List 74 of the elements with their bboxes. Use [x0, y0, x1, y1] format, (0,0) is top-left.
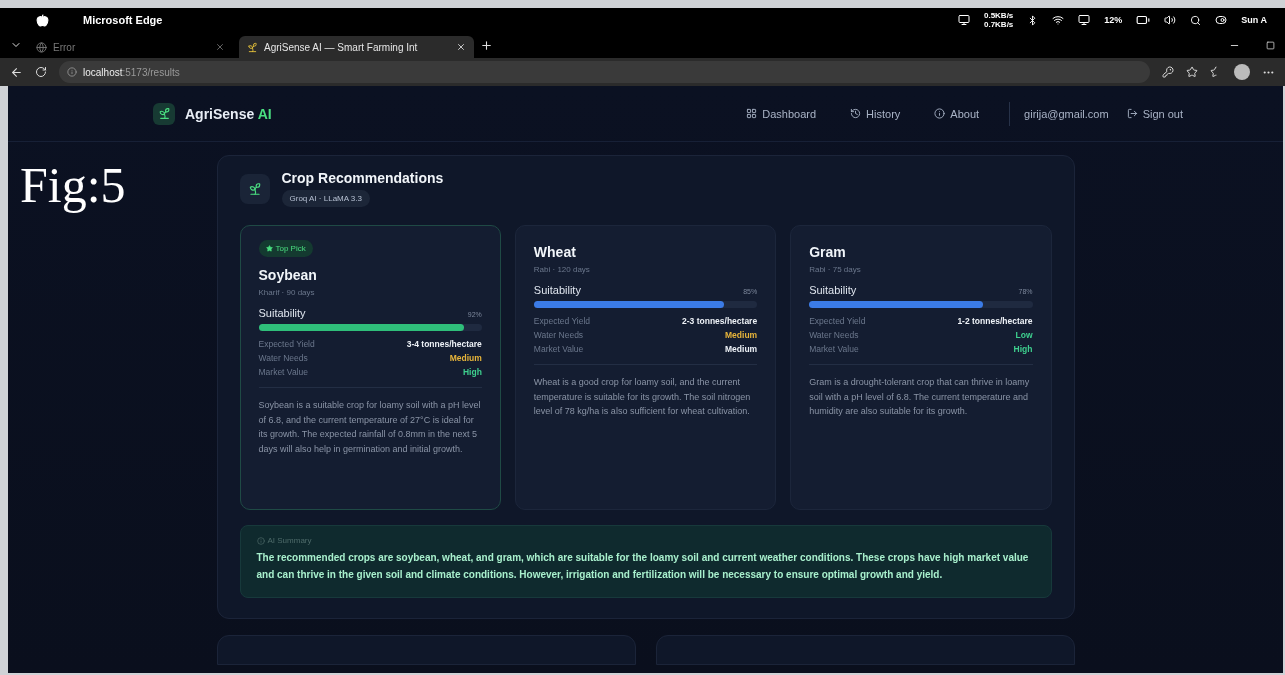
browser-tab[interactable]: AgriSense AI — Smart Farming Int [239, 36, 474, 58]
brand-name[interactable]: AgriSense AI [185, 105, 713, 122]
close-icon[interactable] [456, 42, 466, 52]
stat-value: 2-3 tonnes/hectare [682, 316, 758, 326]
maximize-icon[interactable] [1266, 40, 1275, 50]
globe-icon [36, 41, 47, 53]
crop-description: Gram is a drought-tolerant crop that can thrive in loamy soil with a pH level of 6.8. The current temperature and humidity are also suitable for its growth. [809, 376, 1031, 418]
nav-link[interactable]: Dashboard [746, 107, 817, 120]
stat-label: Market Value [258, 367, 308, 377]
sprout-icon [247, 41, 258, 53]
back-icon[interactable] [10, 65, 23, 79]
stat-label: Water Needs [258, 353, 308, 363]
history-icon [850, 108, 862, 119]
stat-value: High [462, 367, 482, 377]
clock: Sun A [1241, 15, 1267, 25]
crop-name: Soybean [258, 267, 318, 283]
star-icon[interactable] [1186, 66, 1198, 78]
logo-icon[interactable] [153, 102, 175, 125]
suitability-label: Suitability [533, 284, 581, 296]
app-name[interactable]: Microsoft Edge [83, 14, 944, 26]
battery-percent: 12% [1104, 15, 1123, 25]
address-field[interactable]: localhost:5173/results [59, 61, 1150, 83]
stat-value: High [1013, 344, 1033, 354]
reload-icon[interactable] [35, 66, 47, 78]
network-speed: 0.5KB/s 0.7KB/s [983, 11, 1014, 29]
stat-label: Water Needs [809, 330, 859, 340]
volume-icon[interactable] [1164, 14, 1177, 26]
sign-out-icon [1126, 108, 1138, 119]
crop-season: Rabi · 75 days [809, 265, 862, 274]
user-email: girija@gmail.com [1024, 107, 1109, 120]
summary-text: The recommended crops are soybean, wheat, and gram, which are suitable for the loamy soil and current weather conditions. These crops have high market value and can thrive in the given soil and climate conditions. However, irrigation and fertilization will be necessary to ensure optimal growth and yield. [256, 551, 1030, 582]
sprout-icon [239, 173, 270, 204]
grid-icon [746, 108, 758, 119]
crop-name: Gram [809, 244, 847, 260]
top-pick-badge: Top Pick [258, 240, 313, 257]
figure-label: Fig:5 [20, 156, 126, 214]
wifi-icon[interactable] [1052, 14, 1065, 26]
stat-value: 1-2 tonnes/hectare [957, 316, 1033, 326]
apple-icon[interactable] [36, 13, 49, 27]
stat-label: Expected Yield [258, 339, 315, 349]
suitability-label: Suitability [809, 284, 857, 296]
profile-avatar[interactable] [1234, 64, 1250, 80]
stat-label: Expected Yield [533, 316, 591, 326]
nav-link[interactable]: History [850, 107, 901, 120]
stat-label: Water Needs [533, 330, 584, 340]
screen-icon[interactable] [1078, 14, 1091, 26]
browser-tab[interactable]: Error [28, 36, 233, 58]
stat-label: Market Value [533, 344, 584, 354]
new-tab-icon[interactable] [480, 38, 493, 52]
crop-description: Wheat is a good crop for loamy soil, and the current temperature is suitable for its growth. The soil nitrogen level of 78 kg/ha is also sufficient for wheat cultivation. [533, 376, 752, 418]
stat-value: Medium [725, 344, 758, 354]
crop-season: Kharif · 90 days [258, 288, 316, 297]
suitability-label: Suitability [258, 307, 306, 319]
stat-value: Medium [725, 330, 758, 340]
battery-icon[interactable] [1136, 13, 1151, 27]
info-icon[interactable] [67, 67, 77, 77]
crop-description: Soybean is a suitable crop for loamy soil with a pH level of 6.8, and the current temperature of 27°C is ideal for its growth. The expected rainfall of 0.8mm in the next 5 days will also help in germination and initial growth. [258, 399, 482, 456]
crop-season: Rabi · 120 days [533, 265, 591, 274]
info-icon [934, 108, 946, 119]
stat-label: Expected Yield [809, 316, 866, 326]
panel-title: Crop Recommendations [281, 170, 444, 186]
stat-value: Low [1015, 330, 1033, 340]
nav-link[interactable]: About [934, 107, 980, 120]
display-icon[interactable] [957, 14, 970, 26]
crop-name: Wheat [533, 244, 577, 260]
stat-value: Medium [449, 353, 482, 363]
info-icon [256, 536, 265, 545]
stat-value: 3-4 tonnes/hectare [406, 339, 482, 349]
stat-label: Market Value [809, 344, 859, 354]
sign-out-link[interactable]: Sign out [1126, 107, 1183, 120]
control-center-icon[interactable] [1215, 14, 1228, 26]
model-badge: Groq AI · LLaMA 3.3 [281, 190, 370, 207]
search-icon[interactable] [1190, 14, 1202, 26]
key-icon[interactable] [1162, 66, 1174, 78]
